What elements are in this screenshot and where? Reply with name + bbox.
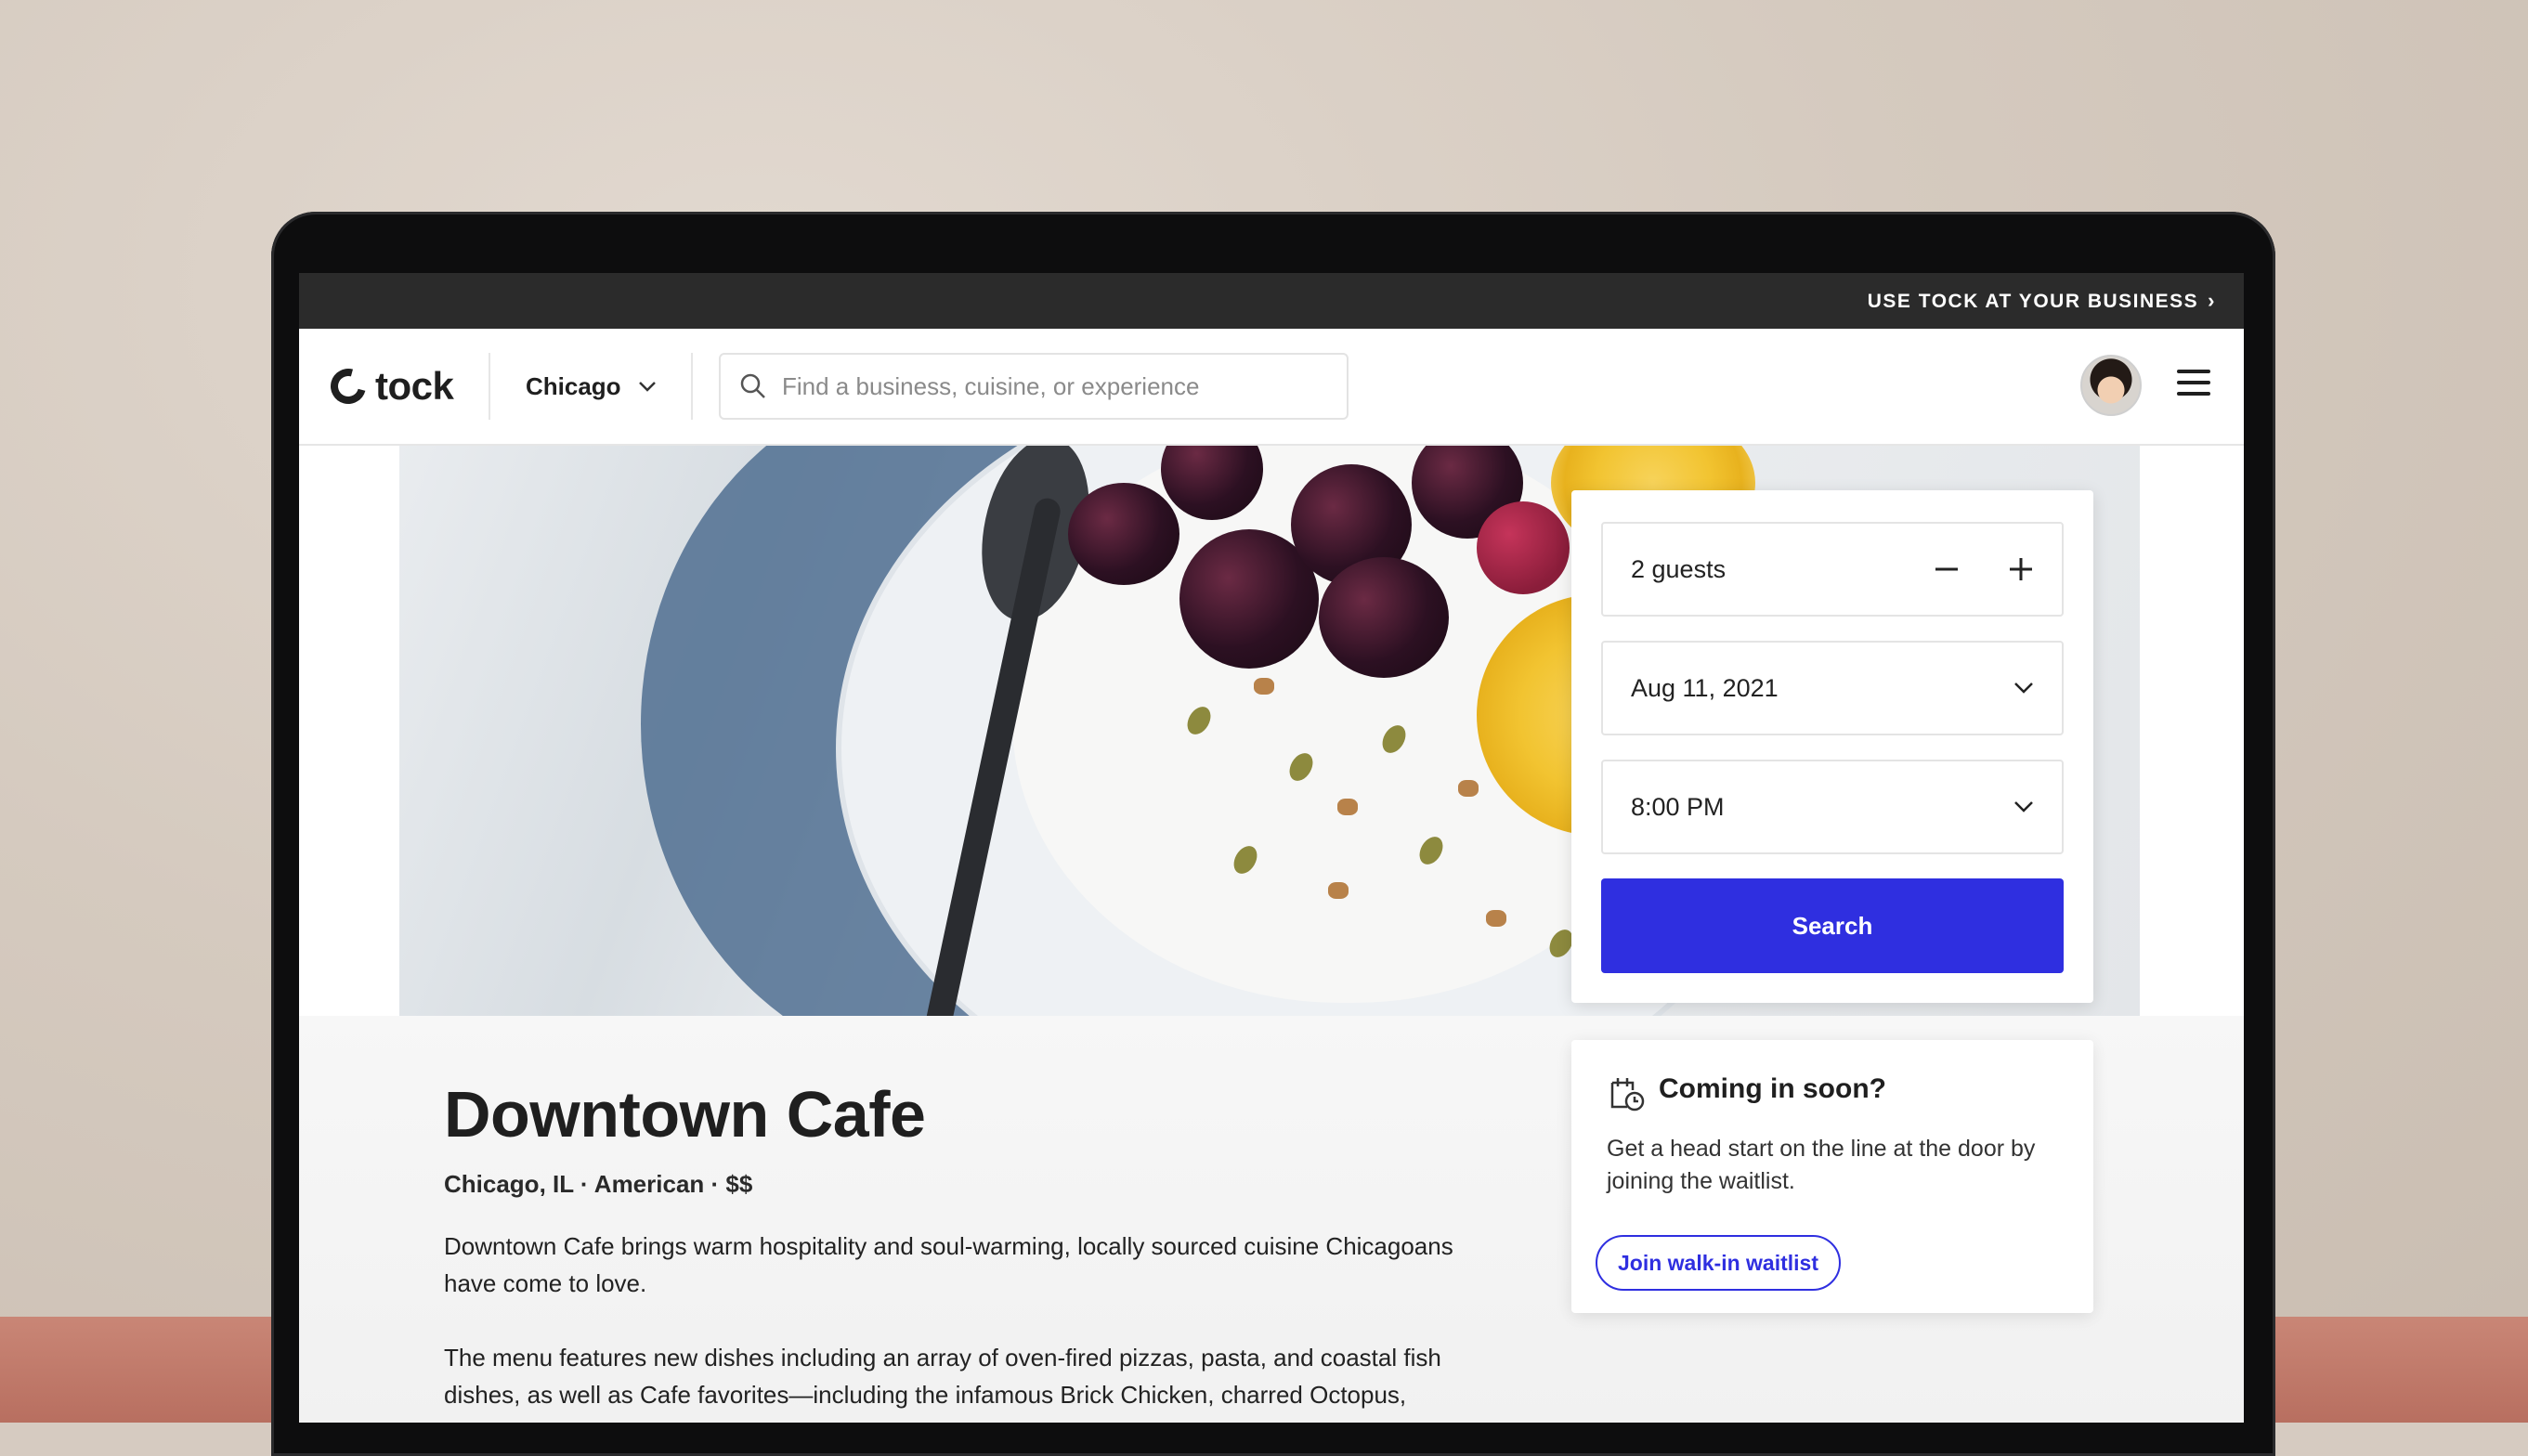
waitlist-body: Get a head start on the line at the door… (1607, 1136, 2036, 1194)
search-icon (740, 373, 765, 398)
blackberry (1068, 483, 1179, 585)
restaurant-meta: Chicago, IL · American · $$ (444, 1170, 753, 1198)
raspberry (1477, 501, 1570, 594)
search-button[interactable]: Search (1601, 878, 2064, 973)
description-paragraph: Downtown Cafe brings warm hospitality an… (444, 1232, 1453, 1297)
guest-count-field: 2 guests (1601, 522, 2064, 617)
waitlist-title: Coming in soon? (1659, 1073, 1886, 1104)
guest-count: 2 guests (1631, 554, 1727, 583)
time-select[interactable]: 8:00 PM (1601, 760, 2064, 854)
granola-crumb (1458, 780, 1479, 797)
use-tock-business-link[interactable]: USE TOCK AT YOUR BUSINESS › (1868, 273, 2216, 329)
chevron-down-icon (2014, 801, 2033, 812)
chevron-right-icon: › (2208, 289, 2216, 312)
date-select[interactable]: Aug 11, 2021 (1601, 641, 2064, 735)
site-header: tock Chicago (299, 329, 2244, 446)
date-value: Aug 11, 2021 (1631, 673, 1779, 702)
promo-bar: USE TOCK AT YOUR BUSINESS › (299, 273, 2244, 329)
calendar-clock-icon (1610, 1078, 1645, 1112)
minus-icon[interactable] (1926, 549, 1967, 590)
user-avatar[interactable] (2080, 355, 2142, 416)
restaurant-name: Downtown Cafe (444, 1078, 926, 1150)
city-label: Chicago (526, 371, 621, 400)
booking-card: 2 guests Aug 11, 2021 8:00 PM Search (1571, 490, 2093, 1003)
hamburger-menu-icon[interactable] (2177, 370, 2210, 397)
granola-crumb (1486, 910, 1506, 927)
blackberry (1319, 557, 1449, 678)
header-divider (691, 353, 693, 420)
granola-crumb (1254, 678, 1274, 695)
chevron-down-icon (2014, 682, 2033, 694)
header-divider (489, 353, 490, 420)
join-waitlist-button[interactable]: Join walk-in waitlist (1596, 1235, 1841, 1291)
plus-icon[interactable] (2000, 549, 2041, 590)
search-box[interactable] (719, 353, 1349, 420)
tock-logo[interactable]: tock (324, 359, 454, 413)
granola-crumb (1337, 799, 1358, 815)
promo-link-label: USE TOCK AT YOUR BUSINESS (1867, 291, 2199, 312)
waitlist-card: Coming in soon? Get a head start on the … (1571, 1040, 2093, 1313)
chevron-down-icon (638, 382, 656, 392)
search-input[interactable] (780, 370, 1323, 402)
logo-text: tock (375, 364, 454, 408)
browser-screen: USE TOCK AT YOUR BUSINESS › tock Chicago (299, 273, 2244, 1423)
time-value: 8:00 PM (1631, 792, 1725, 821)
city-selector[interactable]: Chicago (526, 362, 657, 410)
tock-logo-icon (324, 362, 372, 410)
granola-crumb (1328, 882, 1349, 899)
description-paragraph: The menu features new dishes including a… (444, 1344, 1441, 1409)
